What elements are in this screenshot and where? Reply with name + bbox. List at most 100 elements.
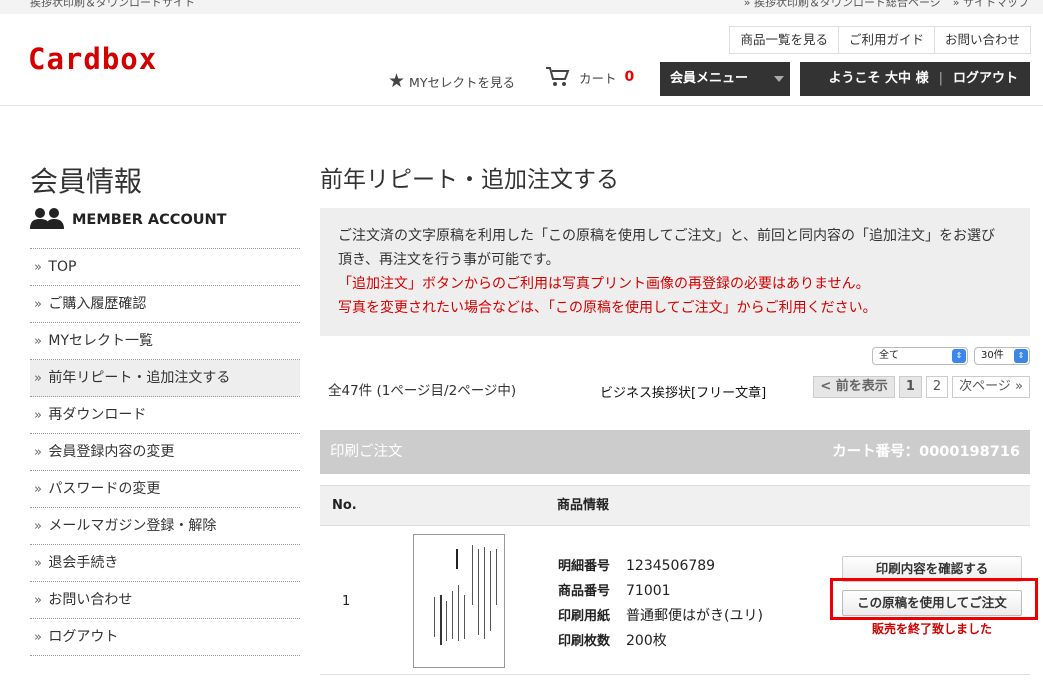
cart-link[interactable]: カート 0 <box>545 66 634 88</box>
order-bar: 印刷ご注文 カート番号：0000198716 <box>320 430 1030 474</box>
link-general-page[interactable]: » 挨拶状印刷＆ダウンロード総合ページ <box>744 0 941 8</box>
filter-controls: 全て ⇕ 30件 ⇕ <box>872 347 1030 365</box>
sidebar-title: 会員情報 <box>30 165 143 198</box>
sidebar-item-label: メールマガジン登録・解除 <box>48 518 217 534</box>
order-bar-label: 印刷ご注文 <box>330 444 403 460</box>
sidebar-item-contact[interactable]: » お問い合わせ <box>30 582 300 619</box>
info-warning-1: 「追加注文」ボタンからのご利用は写真プリント画像の再登録の必要はありません。 <box>338 276 870 292</box>
members-icon <box>30 207 64 233</box>
sidebar-item-label: お問い合わせ <box>48 592 133 608</box>
pagination: < 前を表示 1 2 次ページ » <box>813 376 1030 398</box>
product-details: 明細番号 1234506789 商品番号 71001 印刷用紙 普通郵便はがき(ユリ)… <box>558 554 763 654</box>
welcome-bar: ようこそ 大中 様 | ログアウト <box>800 62 1030 96</box>
welcome-text: ようこそ 大中 様 <box>828 71 929 86</box>
sidebar-item-logout[interactable]: » ログアウト <box>30 619 300 656</box>
sidebar-item-redownload[interactable]: » 再ダウンロード <box>30 397 300 434</box>
sidebar-item-label: 退会手続き <box>48 555 119 571</box>
sidebar-item-top[interactable]: » TOP <box>30 249 300 286</box>
detail-key: 印刷用紙 <box>558 609 611 624</box>
chevron-left-icon: < <box>820 379 832 394</box>
header: Cardbox 商品一覧を見る ご利用ガイド お問い合わせ ★ MYセレクトを見… <box>0 14 1043 106</box>
cart-number: カート番号：0000198716 <box>832 444 1020 460</box>
double-chevron-right-icon: » <box>1015 379 1023 394</box>
sidebar-menu: » TOP » ご購入履歴確認 » MYセレクト一覧 » 前年リピート・追加注文… <box>30 248 300 656</box>
detail-value: 71001 <box>626 583 671 599</box>
cart-icon <box>545 66 571 88</box>
detail-value: 200枚 <box>626 633 667 649</box>
page-1-button[interactable]: 1 <box>898 376 922 398</box>
sidebar-item-myselect[interactable]: » MYセレクト一覧 <box>30 323 300 360</box>
detail-row: 印刷用紙 普通郵便はがき(ユリ) <box>558 604 763 629</box>
detail-key: 明細番号 <box>558 559 611 574</box>
highlight-box <box>830 578 1038 620</box>
logout-button[interactable]: ログアウト <box>953 62 1018 96</box>
detail-value: 1234506789 <box>626 558 716 574</box>
prev-page-label: 前を表示 <box>835 379 888 394</box>
sidebar-item-label: TOP <box>48 259 77 275</box>
detail-row: 明細番号 1234506789 <box>558 554 763 579</box>
main-content: 前年リピート・追加注文する ご注文済の文字原稿を利用した「この原稿を使用してご注… <box>320 160 1038 675</box>
link-sitemap[interactable]: » サイトマップ <box>953 0 1029 8</box>
top-strip: 挨拶状印刷＆ダウンロードサイト » 挨拶状印刷＆ダウンロード総合ページ » サイ… <box>0 0 1043 14</box>
sidebar-item-profile[interactable]: » 会員登録内容の変更 <box>30 434 300 471</box>
detail-row: 印刷枚数 200枚 <box>558 629 763 654</box>
sidebar-item-label: 再ダウンロード <box>48 407 147 423</box>
header-nav: 商品一覧を見る ご利用ガイド お問い合わせ <box>729 26 1031 54</box>
myselect-label: MYセレクトを見る <box>409 74 515 90</box>
detail-key: 商品番号 <box>558 584 611 599</box>
col-header-no: No. <box>332 498 357 513</box>
sidebar-item-label: ログアウト <box>48 629 119 645</box>
product-name: ビジネス挨拶状[フリー文章] <box>600 386 767 401</box>
sidebar-item-label: パスワードの変更 <box>48 481 161 497</box>
category-select-value: 全て <box>879 350 899 361</box>
info-text: ご注文済の文字原稿を利用した「この原稿を使用してご注文」と、前回と同内容の「追加… <box>338 228 996 268</box>
next-page-button[interactable]: 次ページ » <box>952 376 1030 398</box>
member-menu-dropdown[interactable]: 会員メニュー <box>660 62 790 96</box>
nav-guide[interactable]: ご利用ガイド <box>837 27 934 53</box>
nav-contact[interactable]: お問い合わせ <box>933 27 1030 53</box>
detail-row: 商品番号 71001 <box>558 579 763 604</box>
logo[interactable]: Cardbox <box>28 42 157 76</box>
sidebar: 会員情報 MEMBER ACCOUNT » TOP » ご購入履歴確認 » MY… <box>30 160 300 656</box>
chevron-down-icon <box>774 76 784 82</box>
sidebar-subtitle: MEMBER ACCOUNT <box>30 206 300 234</box>
sidebar-subtitle-text: MEMBER ACCOUNT <box>72 212 227 228</box>
perpage-select-value: 30件 <box>981 350 1004 361</box>
select-arrows-icon: ⇕ <box>1014 349 1028 363</box>
table-header: No. 商品情報 <box>320 485 1030 525</box>
site-tagline: 挨拶状印刷＆ダウンロードサイト <box>30 0 195 9</box>
sidebar-item-label: 会員登録内容の変更 <box>48 444 175 460</box>
result-count: 全47件 (1ページ目/2ページ中) <box>328 383 517 399</box>
sidebar-item-newsletter[interactable]: » メールマガジン登録・解除 <box>30 508 300 545</box>
sidebar-item-label: ご購入履歴確認 <box>48 296 147 312</box>
detail-key: 印刷枚数 <box>558 634 611 649</box>
page-title: 前年リピート・追加注文する <box>320 167 619 193</box>
perpage-select[interactable]: 30件 ⇕ <box>974 347 1030 365</box>
detail-value: 普通郵便はがき(ユリ) <box>626 608 763 624</box>
page-2-button[interactable]: 2 <box>925 376 949 398</box>
pager-row: 全47件 (1ページ目/2ページ中) ビジネス挨拶状[フリー文章] < 前を表示… <box>320 374 1030 402</box>
cart-label: カート <box>579 70 617 86</box>
sidebar-item-history[interactable]: » ご購入履歴確認 <box>30 286 300 323</box>
row-number: 1 <box>342 594 351 609</box>
prev-page-button[interactable]: < 前を表示 <box>813 376 895 398</box>
sidebar-item-withdraw[interactable]: » 退会手続き <box>30 545 300 582</box>
star-icon: ★ <box>388 70 406 92</box>
sidebar-item-label: MYセレクト一覧 <box>48 333 154 349</box>
cart-count: 0 <box>624 69 635 85</box>
product-thumbnail[interactable] <box>413 534 505 668</box>
category-select[interactable]: 全て ⇕ <box>872 347 968 365</box>
sidebar-item-label: 前年リピート・追加注文する <box>48 370 231 386</box>
info-warning-2: 写真を変更されたい場合などは、「この原稿を使用してご注文」からご利用ください。 <box>338 300 877 316</box>
member-menu-label: 会員メニュー <box>670 71 749 86</box>
next-page-label: 次ページ <box>959 379 1011 394</box>
myselect-link[interactable]: ★ MYセレクトを見る <box>388 70 515 92</box>
nav-products[interactable]: 商品一覧を見る <box>730 27 838 53</box>
sidebar-item-repeat-order[interactable]: » 前年リピート・追加注文する <box>30 360 300 397</box>
select-arrows-icon: ⇕ <box>952 349 966 363</box>
sidebar-item-password[interactable]: » パスワードの変更 <box>30 471 300 508</box>
sales-ended-notice: 販売を終了致しました <box>871 622 992 636</box>
table-row: 1 明細番号 1234506789 商品番号 71001 印刷用紙 普通郵便はがき(ユ… <box>320 525 1038 675</box>
info-box: ご注文済の文字原稿を利用した「この原稿を使用してご注文」と、前回と同内容の「追加… <box>320 208 1030 336</box>
col-header-info: 商品情報 <box>557 498 610 513</box>
